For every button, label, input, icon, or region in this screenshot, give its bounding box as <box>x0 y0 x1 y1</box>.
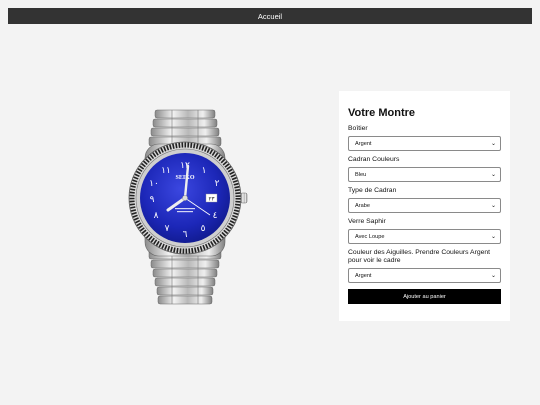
chevron-down-icon: ⌄ <box>490 233 496 240</box>
sapphire-glass-label: Verre Saphir <box>348 218 386 225</box>
svg-text:١: ١ <box>202 166 207 176</box>
hands-color-select[interactable]: Argent ⌄ <box>348 268 501 283</box>
svg-text:٧: ٧ <box>165 224 170 234</box>
add-to-cart-button[interactable]: Ajouter au panier <box>348 289 501 304</box>
lower-bracelet <box>148 249 222 305</box>
case-label: Boîtier <box>348 125 368 132</box>
dial-type-select[interactable]: Arabe ⌄ <box>348 198 501 213</box>
dial-type-label: Type de Cadran <box>348 187 397 194</box>
svg-text:٢٣: ٢٣ <box>209 197 216 203</box>
svg-text:٦: ٦ <box>183 230 188 240</box>
hands-color-label: Couleur des Aiguilles. Prendre Couleurs … <box>348 249 491 264</box>
dial-color-label: Cadran Couleurs <box>348 156 400 163</box>
svg-text:٨: ٨ <box>154 211 159 221</box>
upper-bracelet <box>148 109 222 147</box>
sapphire-glass-select-value: Avec Loupe <box>355 233 385 240</box>
svg-text:٢: ٢ <box>215 179 220 189</box>
chevron-down-icon: ⌄ <box>490 202 496 209</box>
dial-color-select-value: Bleu <box>355 171 367 178</box>
watch-product-image: SEIKO ١٢ ١ ٢ ١١ ١٠ ٩ ٨ ٧ ٦ ٥ ٤ ٢٣ <box>120 100 250 312</box>
svg-text:٥: ٥ <box>201 224 206 234</box>
chevron-down-icon: ⌄ <box>490 140 496 147</box>
case-select-value: Argent <box>355 140 372 147</box>
top-navbar: Accueil <box>8 8 532 24</box>
case-select[interactable]: Argent ⌄ <box>348 136 501 151</box>
dial-brand-text: SEIKO <box>175 175 194 181</box>
chevron-down-icon: ⌄ <box>490 171 496 178</box>
svg-text:٩: ٩ <box>150 195 155 205</box>
hands-color-select-value: Argent <box>355 272 372 279</box>
panel-title: Votre Montre <box>348 107 416 119</box>
svg-text:٤: ٤ <box>213 211 218 221</box>
dial-type-select-value: Arabe <box>355 202 370 209</box>
watch-illustration: SEIKO ١٢ ١ ٢ ١١ ١٠ ٩ ٨ ٧ ٦ ٥ ٤ ٢٣ <box>128 109 248 305</box>
dial-color-select[interactable]: Bleu ⌄ <box>348 167 501 182</box>
watch-configurator-panel: Votre Montre Boîtier Argent ⌄ Cadran Cou… <box>339 91 510 321</box>
svg-text:١٠: ١٠ <box>149 179 159 189</box>
nav-home-link[interactable]: Accueil <box>258 12 282 21</box>
svg-text:١١: ١١ <box>161 166 171 176</box>
sapphire-glass-select[interactable]: Avec Loupe ⌄ <box>348 229 501 244</box>
chevron-down-icon: ⌄ <box>490 272 496 279</box>
